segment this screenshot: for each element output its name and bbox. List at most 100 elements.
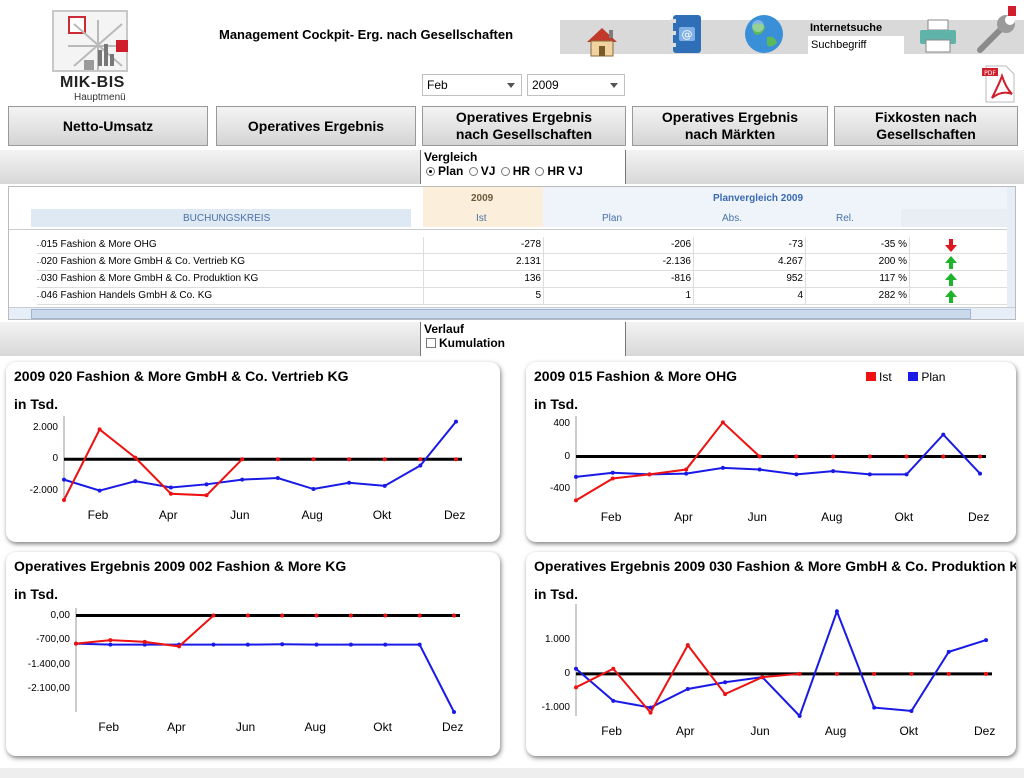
data-point-plan — [280, 642, 285, 647]
data-point-ist — [240, 457, 245, 462]
data-point-ist — [867, 454, 872, 459]
table-row[interactable]: 020 Fashion & More GmbH & Co. Vertrieb K… — [9, 254, 1015, 271]
cell-rel: 282 % — [878, 290, 907, 301]
data-point-ist — [275, 457, 280, 462]
data-point-plan — [574, 666, 578, 671]
globe-icon[interactable] — [740, 10, 788, 58]
table-row[interactable]: 046 Fashion Handels GmbH & Co. KG 5 1 4 282 … — [9, 288, 1015, 305]
data-point-ist — [204, 493, 209, 498]
table-row[interactable]: 015 Fashion & More OHG -278 -206 -73 -35 % — [9, 237, 1015, 254]
data-point-ist — [946, 671, 951, 676]
address-book-icon[interactable]: @ — [662, 10, 710, 58]
radio-hr-vj[interactable] — [535, 167, 545, 176]
pdf-icon[interactable]: PDF — [980, 64, 1018, 104]
data-point-ist — [831, 454, 836, 459]
logo-text: MIK-BIS — [60, 74, 125, 91]
data-point-plan — [867, 472, 872, 477]
series-line-plan — [63, 420, 457, 492]
data-point-ist — [647, 472, 652, 477]
chevron-down-icon — [507, 83, 515, 88]
data-point-plan — [383, 642, 388, 647]
horizontal-scrollbar[interactable] — [9, 307, 1015, 319]
radio-vj[interactable] — [468, 167, 478, 176]
data-point-ist — [168, 491, 173, 496]
page-title: Management Cockpit- Erg. nach Gesellscha… — [219, 27, 514, 42]
nav-fixkosten-gesellschaften[interactable]: Fixkosten nach Gesellschaften — [834, 106, 1018, 146]
series-line-ist — [575, 643, 800, 715]
data-point-plan — [245, 642, 250, 647]
table-row[interactable]: 030 Fashion & More GmbH & Co. Produktion… — [9, 271, 1015, 288]
data-point-plan — [240, 477, 245, 482]
chevron-down-icon — [610, 83, 618, 88]
wrench-icon[interactable] — [972, 6, 1020, 58]
data-point-plan — [941, 432, 946, 437]
data-point-plan — [720, 465, 725, 470]
chart-panel-002: Operatives Ergebnis 2009 002 Fashion & M… — [6, 552, 500, 756]
chart-panel-vertrieb: 2009 020 Fashion & More GmbH & Co. Vertr… — [6, 362, 500, 542]
radio-hr-vj-label: HR VJ — [547, 164, 583, 178]
data-point-ist — [348, 613, 353, 618]
data-point-plan — [97, 488, 102, 493]
scrollbar-thumb[interactable] — [31, 309, 971, 319]
data-point-ist — [684, 467, 689, 472]
cell-abs: -73 — [788, 239, 803, 250]
data-point-ist — [978, 454, 982, 459]
series-line-plan — [75, 642, 455, 713]
year-select[interactable]: 2009 — [527, 74, 625, 96]
cell-abs: 4 — [797, 290, 803, 301]
printer-icon[interactable] — [914, 12, 962, 60]
search-input[interactable] — [808, 36, 904, 54]
planvergleich-table: 2009 Planvergleich 2009 BUCHUNGSKREIS Is… — [8, 186, 1016, 320]
kumulation-checkbox[interactable] — [426, 338, 436, 348]
data-point-plan — [610, 470, 615, 475]
data-point-ist — [452, 613, 456, 618]
home-icon[interactable] — [578, 18, 626, 66]
data-point-ist — [142, 639, 147, 644]
data-point-plan — [904, 472, 909, 477]
data-point-ist — [904, 454, 909, 459]
cell-ist: 2.131 — [515, 256, 541, 267]
data-point-ist — [280, 613, 285, 618]
col-trend-header — [901, 209, 1011, 227]
nav-operatives-ergebnis-gesellschaften[interactable]: Operatives Ergebnis nach Gesellschaften — [422, 106, 626, 146]
data-point-ist — [382, 457, 387, 462]
data-point-plan — [684, 471, 689, 476]
line-chart — [574, 416, 986, 503]
data-point-plan — [909, 708, 914, 713]
data-point-plan — [872, 705, 877, 710]
mik-bis-logo[interactable]: MIK-BIS Hauptmenü — [44, 8, 140, 103]
row-name: 030 Fashion & More GmbH & Co. Produktion… — [41, 273, 259, 284]
month-select[interactable]: Feb — [422, 74, 522, 96]
svg-text:@: @ — [682, 28, 693, 41]
radio-vj-label: VJ — [480, 164, 496, 178]
nav-operatives-ergebnis-maerkte[interactable]: Operatives Ergebnis nach Märkten — [632, 106, 828, 146]
cell-rel: -35 % — [880, 239, 907, 250]
kumulation-label: Kumulation — [439, 336, 505, 350]
verlauf-label: Verlauf — [424, 322, 465, 336]
data-point-ist — [211, 613, 216, 618]
cell-abs: 4.267 — [777, 256, 803, 267]
data-point-plan — [946, 649, 951, 654]
data-point-plan — [211, 642, 216, 647]
col-buchungskreis: BUCHUNGSKREIS — [183, 213, 271, 224]
data-point-ist — [610, 476, 615, 481]
data-point-plan — [984, 638, 988, 643]
series-line-ist — [63, 427, 243, 501]
data-point-plan — [757, 467, 762, 472]
logo-graphic — [52, 10, 128, 72]
data-point-ist — [177, 644, 182, 649]
main-menu-label[interactable]: Hauptmenü — [74, 92, 126, 103]
data-point-ist — [834, 671, 839, 676]
vertical-scrollbar[interactable] — [1007, 187, 1015, 307]
search-label: Internetsuche — [810, 22, 883, 34]
nav-operatives-ergebnis[interactable]: Operatives Ergebnis — [216, 106, 416, 146]
radio-hr[interactable] — [500, 167, 510, 176]
vergleich-label: Vergleich — [424, 150, 478, 164]
nav-netto-umsatz[interactable]: Netto-Umsatz — [8, 106, 208, 146]
data-point-ist — [417, 613, 422, 618]
data-point-plan — [348, 642, 353, 647]
cell-ist: 5 — [535, 290, 541, 301]
data-point-plan — [454, 419, 458, 424]
radio-plan[interactable] — [426, 167, 435, 176]
data-point-plan — [62, 477, 66, 482]
